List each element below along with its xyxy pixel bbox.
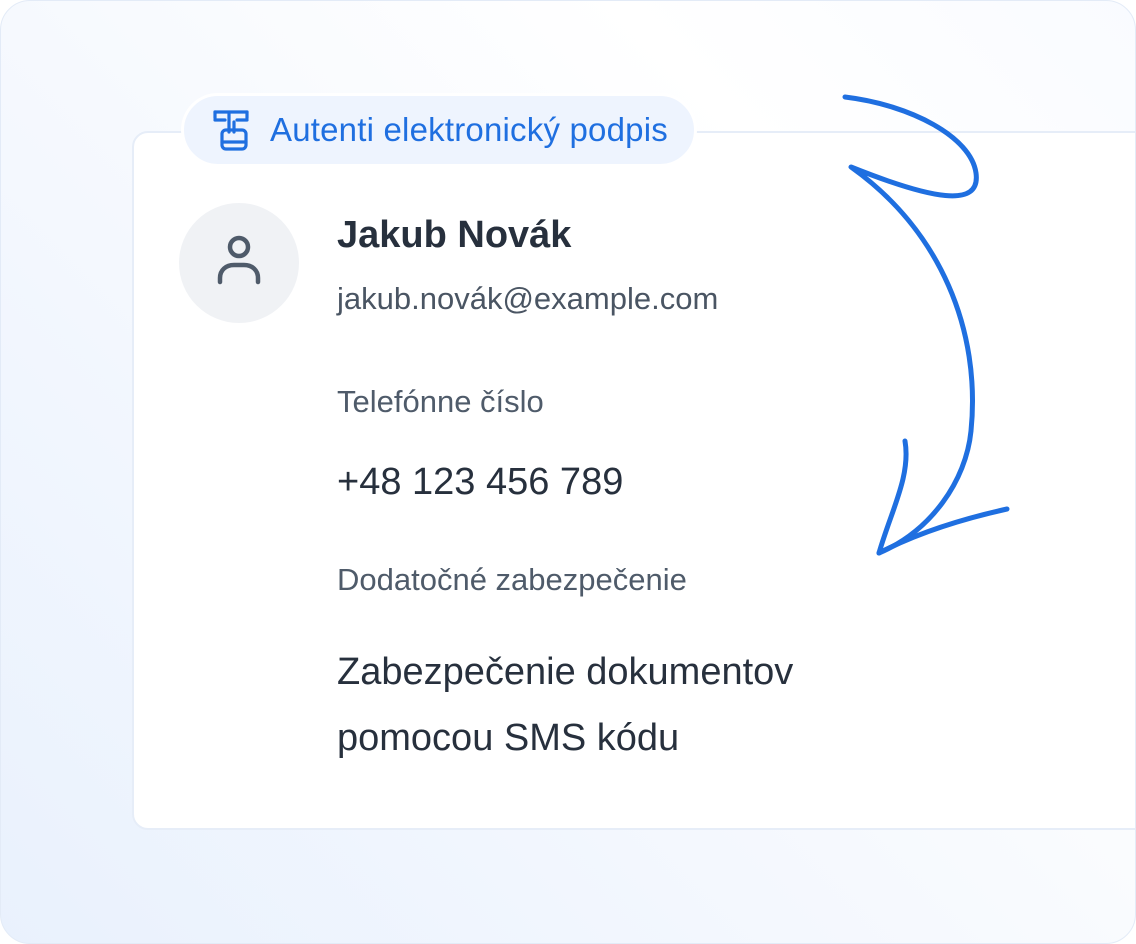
- autenti-signature-badge: Autenti elektronický podpis: [181, 93, 697, 167]
- avatar: [179, 203, 299, 323]
- phone-label: Telefónne číslo: [337, 384, 544, 419]
- curved-arrow-icon: [842, 94, 1010, 556]
- signer-name: Jakub Novák: [337, 214, 572, 256]
- phone-value: +48 123 456 789: [337, 461, 624, 503]
- illustration-frame: Autenti elektronický podpis Jakub Novák …: [0, 0, 1136, 944]
- badge-label: Autenti elektronický podpis: [270, 111, 668, 148]
- signer-email: jakub.novák@example.com: [337, 281, 719, 316]
- security-value: Zabezpečenie dokumentov pomocou SMS kódu: [337, 651, 794, 759]
- security-label: Dodatočné zabezpečenie: [337, 562, 687, 597]
- user-icon: [214, 233, 264, 294]
- signature-hand-icon: [212, 108, 250, 152]
